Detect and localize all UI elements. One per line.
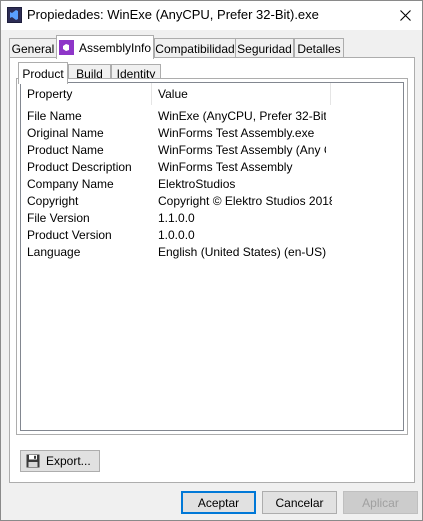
tab-label: General: [11, 41, 55, 56]
property-cell: Copyright: [27, 194, 79, 208]
value-cell: 1.1.0.0: [158, 211, 195, 225]
product-panel: Property Value File Name WinExe (AnyCPU,…: [16, 78, 408, 435]
floppy-disk-icon: [26, 454, 40, 468]
cancel-button-label: Cancelar: [275, 495, 324, 510]
tab-product[interactable]: Product: [18, 62, 68, 84]
property-cell: Product Description: [27, 160, 132, 174]
property-cell: Original Name: [27, 126, 104, 140]
close-icon: [399, 10, 411, 21]
value-cell: Copyright © Elektro Studios 2018: [158, 194, 332, 208]
property-cell: Product Version: [27, 228, 112, 242]
export-button[interactable]: Export...: [20, 450, 100, 472]
list-row[interactable]: File Name WinExe (AnyCPU, Prefer 32-Bit)…: [21, 108, 403, 125]
list-row[interactable]: Original Name WinForms Test Assembly.exe: [21, 125, 403, 142]
cancel-button[interactable]: Cancelar: [262, 491, 337, 514]
value-cell: ElektroStudios: [158, 177, 236, 191]
property-cell: Company Name: [27, 177, 114, 191]
accept-button-label: Aceptar: [197, 495, 240, 510]
visual-studio-icon: [7, 7, 22, 23]
list-header: Property Value: [21, 83, 403, 105]
list-row[interactable]: File Version 1.1.0.0: [21, 210, 403, 227]
list-row[interactable]: Product Name WinForms Test Assembly (Any…: [21, 142, 403, 159]
tab-label: Product: [22, 66, 64, 81]
value-cell: WinForms Test Assembly.exe: [158, 126, 315, 140]
apply-button[interactable]: Aplicar: [343, 491, 418, 514]
tab-seguridad[interactable]: Seguridad: [235, 38, 294, 58]
export-button-label: Export...: [46, 454, 91, 468]
property-cell: Product Name: [27, 143, 104, 157]
value-cell: English (United States) (en-US): [158, 245, 326, 259]
list-row[interactable]: Product Description WinForms Test Assemb…: [21, 159, 403, 176]
list-row[interactable]: Product Version 1.0.0.0: [21, 227, 403, 244]
value-cell: WinExe (AnyCPU, Prefer 32-Bit).e: [158, 109, 326, 123]
list-row[interactable]: Company Name ElektroStudios: [21, 176, 403, 193]
tab-label: Detalles: [297, 41, 341, 56]
property-cell: File Version: [27, 211, 90, 225]
property-cell: File Name: [27, 109, 82, 123]
value-cell: WinForms Test Assembly (Any CP: [158, 143, 326, 157]
tab-detalles[interactable]: Detalles: [294, 38, 344, 58]
tab-label: Compatibilidad: [155, 41, 235, 56]
tab-general[interactable]: General: [9, 38, 57, 58]
column-header-value[interactable]: Value: [152, 83, 331, 105]
tab-compatibilidad[interactable]: Compatibilidad: [154, 38, 236, 58]
title-bar: Propiedades: WinExe (AnyCPU, Prefer 32-B…: [1, 1, 422, 30]
properties-list[interactable]: Property Value File Name WinExe (AnyCPU,…: [20, 82, 404, 431]
window-title: Propiedades: WinExe (AnyCPU, Prefer 32-B…: [27, 7, 319, 22]
tab-label: AssemblyInfo: [78, 40, 152, 55]
column-header-property[interactable]: Property: [21, 83, 152, 105]
property-cell: Language: [27, 245, 81, 259]
close-button[interactable]: [388, 1, 422, 30]
accept-button[interactable]: Aceptar: [181, 491, 256, 514]
tab-assemblyinfo[interactable]: AssemblyInfo: [56, 35, 154, 59]
assemblyinfo-icon: [58, 40, 74, 55]
value-cell: WinForms Test Assembly: [158, 160, 293, 174]
list-row[interactable]: Copyright Copyright © Elektro Studios 20…: [21, 193, 403, 210]
list-rows: File Name WinExe (AnyCPU, Prefer 32-Bit)…: [21, 108, 403, 261]
list-row[interactable]: Language English (United States) (en-US): [21, 244, 403, 261]
apply-button-label: Aplicar: [362, 495, 399, 510]
properties-dialog: Propiedades: WinExe (AnyCPU, Prefer 32-B…: [0, 0, 423, 521]
assemblyinfo-panel: Product Build Identity Property Value Fi…: [9, 57, 415, 483]
value-cell: 1.0.0.0: [158, 228, 195, 242]
tab-label: Seguridad: [237, 41, 292, 56]
column-header-filler: [331, 83, 403, 105]
